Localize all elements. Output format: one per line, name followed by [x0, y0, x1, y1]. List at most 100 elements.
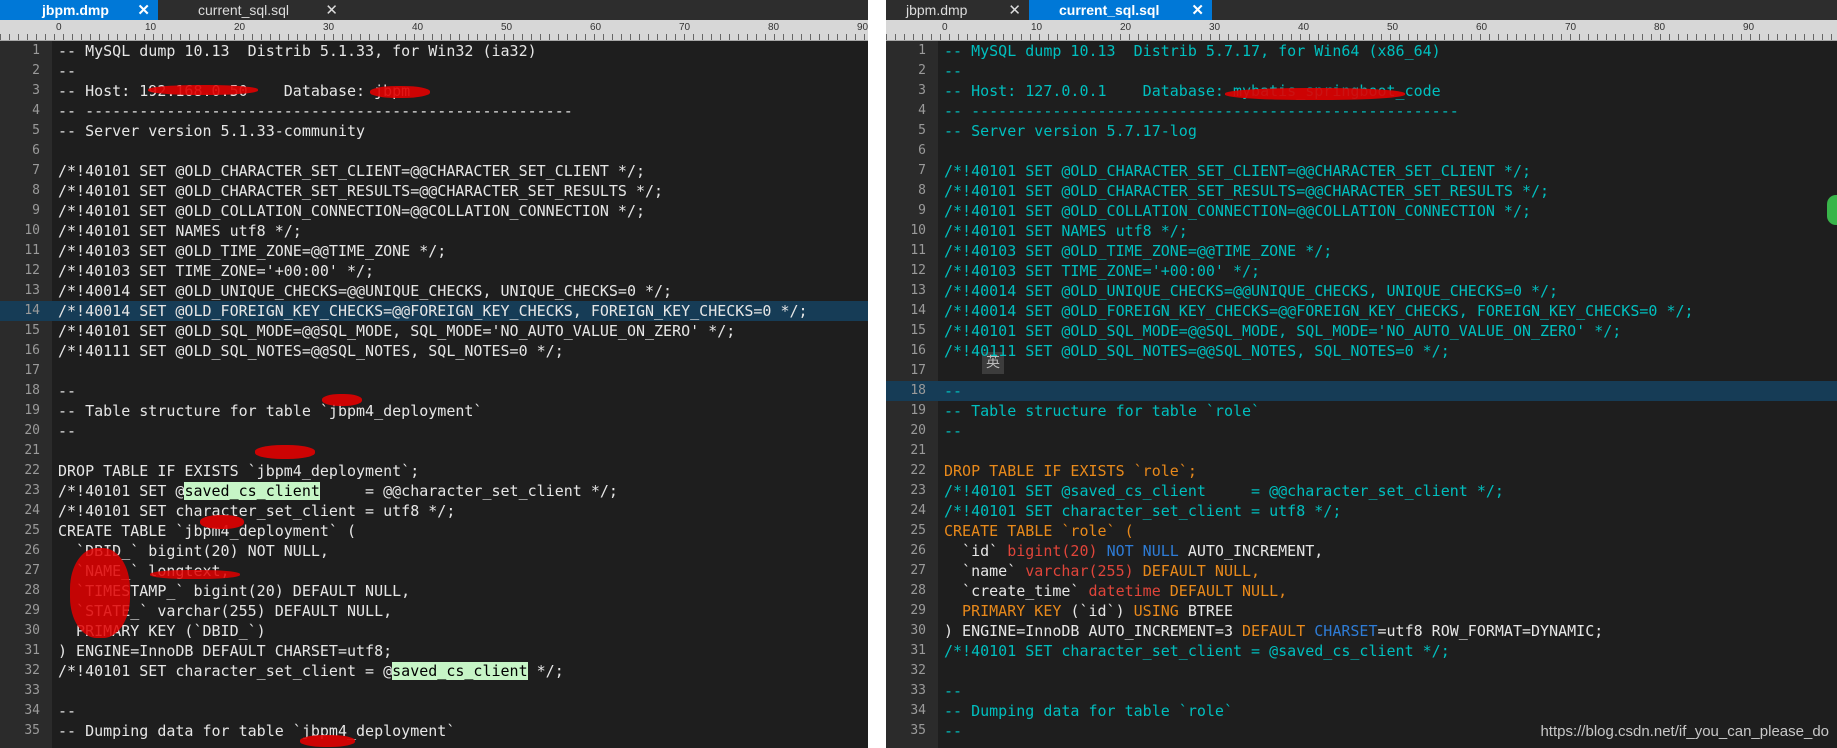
- code-line[interactable]: 19 -- Table structure for table `jbpm4_de…: [0, 401, 868, 421]
- close-icon[interactable]: ✕: [1191, 1, 1204, 19]
- line-number: 14: [910, 303, 926, 318]
- code-line[interactable]: 2 --: [886, 61, 1837, 81]
- code-line[interactable]: 6: [0, 141, 868, 161]
- code-line[interactable]: 33 --: [886, 681, 1837, 701]
- line-number: 8: [918, 183, 926, 198]
- code-line[interactable]: 21: [0, 441, 868, 461]
- code-line[interactable]: 34 -- Dumping data for table `role`: [886, 701, 1837, 721]
- code-line[interactable]: 13 /*!40014 SET @OLD_UNIQUE_CHECKS=@@UNIQ…: [886, 281, 1837, 301]
- code-line[interactable]: 5 -- Server version 5.1.33-community: [0, 121, 868, 141]
- line-text: /*!40101 SET NAMES utf8 */;: [944, 222, 1188, 240]
- line-number: 19: [24, 403, 40, 418]
- code-line[interactable]: 18 --: [0, 381, 868, 401]
- line-number: 10: [24, 223, 40, 238]
- code-line[interactable]: 35 -- Dumping data for table `jbpm4_deplo…: [0, 721, 868, 741]
- code-line[interactable]: 30 PRIMARY KEY (`DBID_`): [0, 621, 868, 641]
- line-text: /*!40103 SET @OLD_TIME_ZONE=@@TIME_ZONE …: [944, 242, 1333, 260]
- tab-jbpm-dmp[interactable]: jbpm.dmp ✕: [886, 0, 1029, 20]
- code-line[interactable]: 4 -- ------------------------------------…: [886, 101, 1837, 121]
- line-number: 30: [24, 623, 40, 638]
- line-text: DROP TABLE IF EXISTS `role`;: [944, 461, 1197, 481]
- code-line[interactable]: 8 /*!40101 SET @OLD_CHARACTER_SET_RESULTS…: [0, 181, 868, 201]
- code-line[interactable]: 33: [0, 681, 868, 701]
- code-line[interactable]: 26 `id` bigint(20) NOT NULL AUTO_INCREME…: [886, 541, 1837, 561]
- code-line[interactable]: 21: [886, 441, 1837, 461]
- code-line[interactable]: 20 --: [0, 421, 868, 441]
- code-line[interactable]: 28 `TIMESTAMP_` bigint(20) DEFAULT NULL,: [0, 581, 868, 601]
- code-line[interactable]: 30) ENGINE=InnoDB AUTO_INCREMENT=3 DEFAU…: [886, 621, 1837, 641]
- syntax-token: `id`: [944, 542, 1008, 560]
- code-line[interactable]: 2 --: [0, 61, 868, 81]
- code-line[interactable]: 20 --: [886, 421, 1837, 441]
- code-line[interactable]: 13 /*!40014 SET @OLD_UNIQUE_CHECKS=@@UNIQ…: [0, 281, 868, 301]
- close-icon[interactable]: ✕: [137, 1, 150, 19]
- code-line[interactable]: 14 /*!40014 SET @OLD_FOREIGN_KEY_CHECKS=@…: [0, 301, 868, 321]
- code-line[interactable]: 3-- Host: 192.168.0.50 Database: jbpm: [0, 81, 868, 101]
- code-line[interactable]: 32 /*!40101 SET character_set_client = @s…: [0, 661, 868, 681]
- line-number: 13: [24, 283, 40, 298]
- line-number: 25: [910, 523, 926, 538]
- code-line[interactable]: 22 DROP TABLE IF EXISTS `jbpm4_deployment…: [0, 461, 868, 481]
- code-line[interactable]: 32: [886, 661, 1837, 681]
- code-line[interactable]: 17: [0, 361, 868, 381]
- code-line[interactable]: 29 PRIMARY KEY (`id`) USING BTREE: [886, 601, 1837, 621]
- close-icon[interactable]: ✕: [325, 1, 338, 19]
- code-line[interactable]: 15 /*!40101 SET @OLD_SQL_MODE=@@SQL_MODE,…: [0, 321, 868, 341]
- selected-text[interactable]: saved_cs_client: [392, 662, 528, 680]
- code-line[interactable]: 34 --: [0, 701, 868, 721]
- code-line[interactable]: 16 /*!40111 SET @OLD_SQL_NOTES=@@SQL_NOTE…: [886, 341, 1837, 361]
- code-line[interactable]: 19 -- Table structure for table `role`: [886, 401, 1837, 421]
- line-number: 16: [910, 343, 926, 358]
- code-line[interactable]: 15 /*!40101 SET @OLD_SQL_MODE=@@SQL_MODE,…: [886, 321, 1837, 341]
- line-number: 21: [24, 443, 40, 458]
- code-line[interactable]: 23 /*!40101 SET @saved_cs_client = @@char…: [0, 481, 868, 501]
- code-line[interactable]: 9 /*!40101 SET @OLD_COLLATION_CONNECTION=…: [886, 201, 1837, 221]
- code-line[interactable]: 11 /*!40103 SET @OLD_TIME_ZONE=@@TIME_ZON…: [0, 241, 868, 261]
- code-line[interactable]: 22 DROP TABLE IF EXISTS `role`;: [886, 461, 1837, 481]
- code-line[interactable]: 14 /*!40014 SET @OLD_FOREIGN_KEY_CHECKS=@…: [886, 301, 1837, 321]
- code-line[interactable]: 26 `DBID_` bigint(20) NOT NULL,: [0, 541, 868, 561]
- syntax-token: `create_time`: [944, 582, 1089, 600]
- tab-jbpm-dmp[interactable]: jbpm.dmp ✕: [0, 0, 158, 20]
- code-line[interactable]: 23 /*!40101 SET @saved_cs_client = @@char…: [886, 481, 1837, 501]
- code-line[interactable]: 10 /*!40101 SET NAMES utf8 */;: [0, 221, 868, 241]
- code-line[interactable]: 16 /*!40111 SET @OLD_SQL_NOTES=@@SQL_NOTE…: [0, 341, 868, 361]
- close-icon[interactable]: ✕: [1008, 1, 1021, 19]
- code-line[interactable]: 12 /*!40103 SET TIME_ZONE='+00:00' */;: [0, 261, 868, 281]
- code-line[interactable]: 31 /*!40101 SET character_set_client = @s…: [886, 641, 1837, 661]
- tab-current-sql[interactable]: current_sql.sql ✕: [158, 0, 346, 20]
- selected-text[interactable]: saved_cs_client: [184, 482, 320, 500]
- line-text: -- -------------------------------------…: [58, 102, 573, 120]
- code-line[interactable]: 5 -- Server version 5.7.17-log: [886, 121, 1837, 141]
- code-line[interactable]: 31) ENGINE=InnoDB DEFAULT CHARSET=utf8;: [0, 641, 868, 661]
- code-editor[interactable]: 英 1 -- MySQL dump 10.13 Distrib 5.7.17, f…: [886, 41, 1837, 748]
- code-line[interactable]: 18 --: [886, 381, 1837, 401]
- code-line[interactable]: 9 /*!40101 SET @OLD_COLLATION_CONNECTION=…: [0, 201, 868, 221]
- line-number: 4: [918, 103, 926, 118]
- code-line[interactable]: 29 `STATE_` varchar(255) DEFAULT NULL,: [0, 601, 868, 621]
- code-line[interactable]: 25 CREATE TABLE `jbpm4_deployment` (: [0, 521, 868, 541]
- code-line[interactable]: 27 `NAME_` longtext,: [0, 561, 868, 581]
- code-line[interactable]: 12 /*!40103 SET TIME_ZONE='+00:00' */;: [886, 261, 1837, 281]
- code-line[interactable]: 28 `create_time` datetime DEFAULT NULL,: [886, 581, 1837, 601]
- code-line[interactable]: 11 /*!40103 SET @OLD_TIME_ZONE=@@TIME_ZON…: [886, 241, 1837, 261]
- code-line[interactable]: 7 /*!40101 SET @OLD_CHARACTER_SET_CLIENT=…: [0, 161, 868, 181]
- code-line[interactable]: 17: [886, 361, 1837, 381]
- tab-current-sql[interactable]: current_sql.sql ✕: [1029, 0, 1212, 20]
- code-line[interactable]: 24 /*!40101 SET character_set_client = ut…: [0, 501, 868, 521]
- code-line[interactable]: 6: [886, 141, 1837, 161]
- code-line[interactable]: 27 `name` varchar(255) DEFAULT NULL,: [886, 561, 1837, 581]
- code-line[interactable]: 7 /*!40101 SET @OLD_CHARACTER_SET_CLIENT=…: [886, 161, 1837, 181]
- code-line[interactable]: 1 -- MySQL dump 10.13 Distrib 5.7.17, for…: [886, 41, 1837, 61]
- line-number: 23: [24, 483, 40, 498]
- line-number: 17: [910, 363, 926, 378]
- code-line[interactable]: 24 /*!40101 SET character_set_client = ut…: [886, 501, 1837, 521]
- code-editor[interactable]: 1 -- MySQL dump 10.13 Distrib 5.1.33, for…: [0, 41, 868, 748]
- code-line[interactable]: 8 /*!40101 SET @OLD_CHARACTER_SET_RESULTS…: [886, 181, 1837, 201]
- code-line[interactable]: 10 /*!40101 SET NAMES utf8 */;: [886, 221, 1837, 241]
- line-number: 31: [910, 643, 926, 658]
- code-line[interactable]: 25 CREATE TABLE `role` (: [886, 521, 1837, 541]
- floating-widget-icon[interactable]: [1827, 195, 1837, 225]
- code-line[interactable]: 1 -- MySQL dump 10.13 Distrib 5.1.33, for…: [0, 41, 868, 61]
- code-line[interactable]: 4 -- ------------------------------------…: [0, 101, 868, 121]
